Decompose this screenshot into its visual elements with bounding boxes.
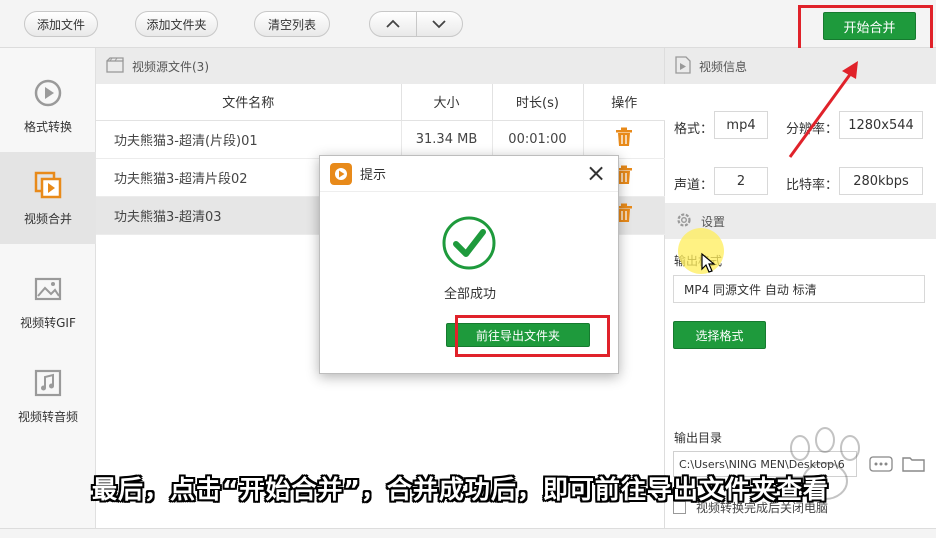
check-circle-icon bbox=[442, 216, 496, 270]
sidebar-item-video-merge[interactable]: 视频合并 bbox=[0, 152, 96, 244]
merge-icon bbox=[33, 170, 63, 200]
bitrate-label: 比特率： bbox=[786, 178, 839, 193]
file-panel-title: 视频源文件(3) bbox=[132, 59, 209, 74]
film-icon bbox=[106, 56, 124, 76]
music-icon bbox=[33, 368, 63, 398]
output-dir-label: 输出目录 bbox=[674, 431, 723, 445]
status-bar bbox=[0, 528, 936, 538]
clear-list-button[interactable]: 清空列表 bbox=[254, 11, 330, 37]
app-logo-icon bbox=[330, 162, 352, 185]
column-header-action: 操作 bbox=[583, 84, 665, 121]
sidebar-item-label: 视频合并 bbox=[23, 211, 72, 226]
move-up-button[interactable] bbox=[370, 12, 416, 36]
caption-subtitle: 最后，点击“开始合并”，合并成功后，即可前往导出文件夹查看 bbox=[92, 475, 829, 504]
chevron-up-icon bbox=[386, 19, 400, 28]
settings-title: 设置 bbox=[701, 214, 726, 229]
video-info-title: 视频信息 bbox=[699, 59, 748, 74]
format-label: 格式： bbox=[674, 122, 714, 137]
close-icon[interactable]: × bbox=[584, 161, 608, 186]
column-header-name[interactable]: 文件名称 bbox=[96, 84, 402, 121]
mouse-pointer-icon bbox=[701, 252, 716, 273]
column-header-duration[interactable]: 时长(s) bbox=[492, 84, 584, 121]
move-buttons bbox=[369, 11, 463, 37]
action-cell bbox=[583, 120, 665, 159]
sidebar-item-label: 视频转GIF bbox=[20, 315, 76, 330]
move-down-button[interactable] bbox=[415, 12, 463, 36]
bitrate-value: 280kbps bbox=[839, 167, 923, 195]
sidebar-item-label: 视频转音频 bbox=[17, 409, 78, 424]
chevron-down-icon bbox=[432, 20, 446, 29]
table-row[interactable]: 功夫熊猫3-超清(片段)01 31.34 MB 00:01:00 bbox=[96, 120, 665, 159]
format-value: mp4 bbox=[714, 111, 768, 139]
table-header-row: 文件名称 大小 时长(s) 操作 bbox=[96, 84, 665, 121]
add-file-button[interactable]: 添加文件 bbox=[24, 11, 98, 37]
file-panel-header: 视频源文件(3) bbox=[96, 48, 664, 84]
top-toolbar: 添加文件 添加文件夹 清空列表 开始合并 bbox=[0, 0, 936, 48]
channel-value: 2 bbox=[714, 167, 768, 195]
file-size-cell: 31.34 MB bbox=[401, 120, 493, 159]
gear-icon bbox=[675, 211, 693, 232]
sidebar-item-video-to-audio[interactable]: 视频转音频 bbox=[0, 350, 96, 442]
trash-icon[interactable] bbox=[615, 127, 633, 147]
sidebar-item-label: 格式转换 bbox=[23, 119, 72, 134]
left-sidebar: 格式转换 视频合并 视频转GIF 视频转音频 bbox=[0, 48, 96, 538]
go-folder-highlight-box bbox=[455, 315, 610, 357]
annotation-arrow bbox=[788, 61, 858, 158]
play-circle-icon bbox=[33, 78, 63, 108]
sidebar-item-video-to-gif[interactable]: 视频转GIF bbox=[0, 256, 96, 348]
output-format-field[interactable]: MP4 同源文件 自动 标清 bbox=[673, 275, 925, 303]
dialog-header: 提示 bbox=[320, 156, 618, 192]
channel-label: 声道： bbox=[674, 178, 714, 193]
sidebar-item-format-convert[interactable]: 格式转换 bbox=[0, 60, 96, 152]
file-duration-cell: 00:01:00 bbox=[492, 120, 584, 159]
add-folder-button[interactable]: 添加文件夹 bbox=[135, 11, 218, 37]
success-message: 全部成功 bbox=[443, 287, 496, 302]
dialog-title: 提示 bbox=[360, 168, 387, 183]
image-icon bbox=[33, 274, 63, 304]
file-name-cell: 功夫熊猫3-超清(片段)01 bbox=[96, 120, 402, 159]
column-header-size[interactable]: 大小 bbox=[401, 84, 493, 121]
choose-format-button[interactable]: 选择格式 bbox=[673, 321, 766, 349]
video-file-icon bbox=[675, 55, 691, 77]
